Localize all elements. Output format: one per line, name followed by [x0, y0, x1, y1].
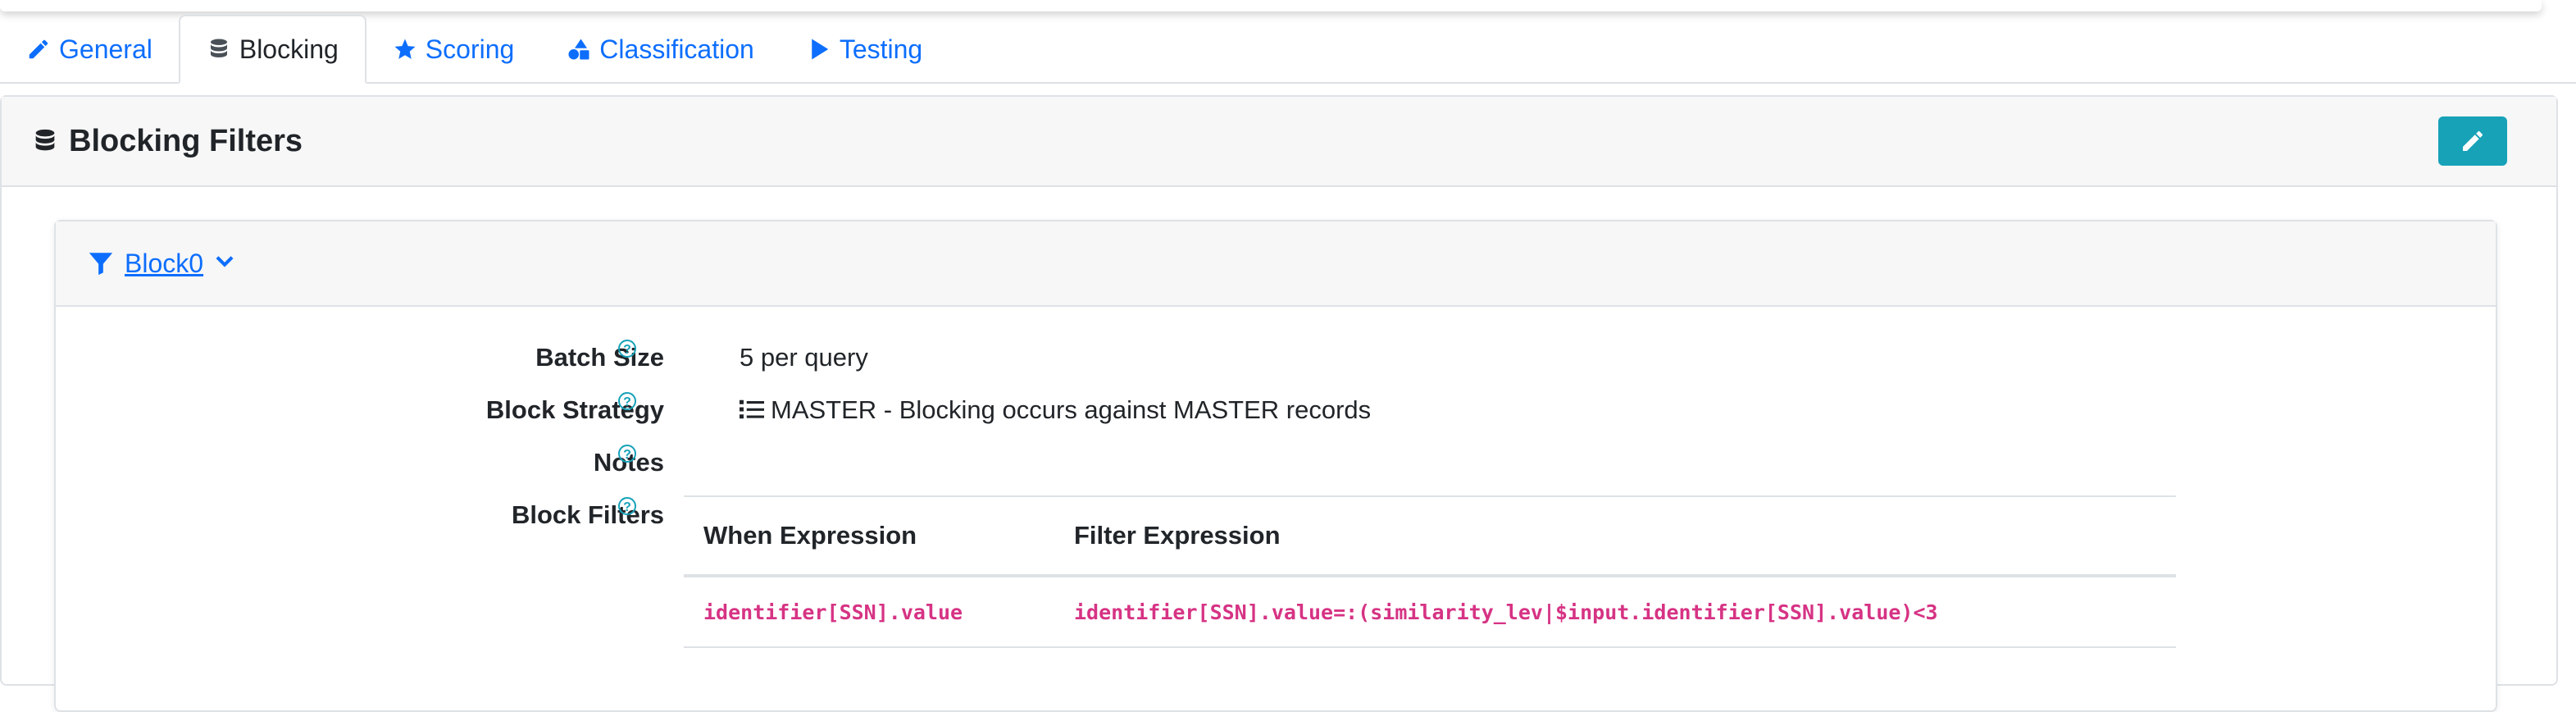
tab-bar: General Blocking Scoring Classification … — [0, 15, 2576, 84]
card-title-text: Blocking Filters — [69, 123, 303, 158]
tab-general[interactable]: General — [0, 16, 179, 82]
block-filters-table: When Expression Filter Expression identi… — [684, 495, 2176, 648]
tab-classification-label: Classification — [599, 34, 754, 64]
filter-icon — [89, 253, 113, 276]
block-strategy-label: Block Strategy — [485, 395, 664, 424]
tab-classification[interactable]: Classification — [540, 16, 781, 82]
batch-size-value: 5 per query — [740, 343, 868, 372]
column-header: When Expression — [684, 495, 1054, 577]
edit-button[interactable] — [2438, 116, 2507, 166]
filter-expression-cell: identifier[SSN].value=:(similarity_lev|$… — [1054, 576, 2176, 648]
star-icon — [394, 39, 416, 59]
help-icon[interactable]: ? — [618, 497, 636, 515]
card-header: Blocking Filters — [2, 97, 2556, 187]
help-icon[interactable]: ? — [618, 340, 636, 358]
chevron-down-icon[interactable] — [213, 252, 236, 275]
tab-scoring[interactable]: Scoring — [366, 16, 541, 82]
batch-size-label: Batch Size — [535, 343, 664, 372]
top-panel-edge — [0, 0, 2542, 11]
shapes-icon — [568, 39, 589, 60]
block-strategy-text: MASTER - Blocking occurs against MASTER … — [771, 395, 1372, 424]
table-header-row: When Expression Filter Expression — [684, 495, 2176, 577]
tab-blocking[interactable]: Blocking — [178, 15, 366, 84]
help-icon[interactable]: ? — [618, 445, 636, 463]
tab-scoring-label: Scoring — [425, 34, 515, 64]
tab-general-label: General — [59, 34, 152, 64]
tab-testing-label: Testing — [839, 34, 923, 64]
database-icon — [210, 39, 227, 57]
column-header: Filter Expression — [1054, 495, 2176, 577]
card-title: Blocking Filters — [31, 124, 303, 159]
block-strategy-value: MASTER - Blocking occurs against MASTER … — [740, 395, 1371, 425]
play-icon — [812, 39, 829, 60]
block-filters-label: Block Filters — [511, 500, 664, 529]
database-icon — [35, 129, 55, 151]
notes-label: Notes — [593, 448, 664, 477]
block-header[interactable]: Block0 — [56, 221, 2496, 307]
tab-blocking-label: Blocking — [239, 34, 339, 64]
help-icon[interactable]: ? — [618, 392, 636, 410]
when-expression-cell: identifier[SSN].value — [684, 576, 1054, 648]
pencil-icon — [29, 39, 48, 59]
block-name-link[interactable]: Block0 — [125, 249, 203, 279]
table-row: identifier[SSN].value identifier[SSN].va… — [684, 576, 2176, 648]
pencil-icon — [2463, 130, 2483, 151]
tab-testing[interactable]: Testing — [781, 16, 949, 82]
list-icon — [740, 399, 764, 419]
